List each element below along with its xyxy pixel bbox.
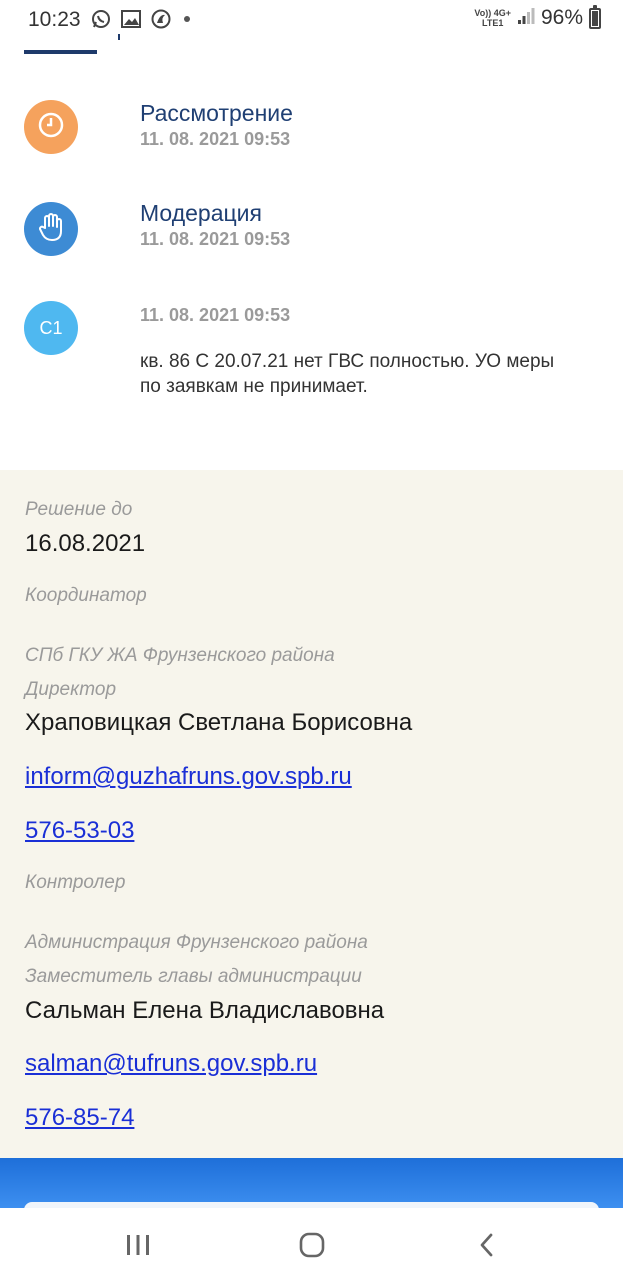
bottom-banner	[0, 1158, 623, 1208]
timeline-title: Рассмотрение	[140, 100, 293, 126]
avatar-initials: С1	[39, 317, 63, 338]
status-circle-review	[24, 100, 78, 154]
network-indicator: Vo)) 4G+ LTE1	[474, 8, 511, 28]
coordinator-email-link[interactable]: inform@guzhafruns.gov.spb.ru	[25, 763, 352, 791]
timeline-date: 11. 08. 2021 09:53	[140, 229, 291, 249]
whatsapp-icon	[90, 8, 112, 30]
status-time: 10:23	[28, 8, 81, 31]
controller-email-link[interactable]: salman@tufruns.gov.spb.ru	[25, 1050, 317, 1078]
coordinator-role: Директор	[25, 679, 117, 700]
controller-label: Контролер	[25, 872, 126, 893]
timeline-title: Модерация	[140, 200, 262, 226]
recent-apps-icon[interactable]	[118, 1228, 158, 1262]
deadline-label: Решение до	[25, 499, 133, 520]
coordinator-phone-link[interactable]: 576-53-03	[25, 817, 134, 845]
status-bar: 10:23 Vo)) 4G+ LTE1 96%	[0, 0, 623, 40]
status-right: Vo)) 4G+ LTE1 96%	[474, 4, 601, 30]
coordinator-name: Храповицкая Светлана Борисовна	[25, 709, 413, 736]
controller-org: Администрация Фрунзенского района	[25, 932, 368, 953]
coordinator-label: Координатор	[25, 585, 147, 606]
active-tab-indicator	[24, 50, 97, 54]
battery-percent: 96%	[540, 6, 583, 29]
notification-icons	[90, 8, 190, 30]
more-notifications-dot	[184, 16, 190, 22]
battery-icon	[589, 4, 601, 29]
app-notification-icon	[150, 8, 172, 30]
back-icon[interactable]	[467, 1228, 507, 1262]
signal-icon	[517, 7, 535, 30]
tab-indicator-edge	[118, 34, 120, 40]
coordinator-org: СПб ГКУ ЖА Фрунзенского района	[25, 645, 335, 666]
hand-icon	[37, 212, 65, 247]
home-icon[interactable]	[292, 1228, 332, 1262]
clock-icon	[38, 112, 64, 143]
deadline-value: 16.08.2021	[25, 530, 146, 557]
timeline-date: 11. 08. 2021 09:53	[140, 129, 291, 149]
system-nav-bar	[0, 1208, 623, 1280]
status-circle-moderation	[24, 202, 78, 256]
timeline-date: 11. 08. 2021 09:53	[140, 305, 291, 325]
gallery-icon	[120, 8, 142, 30]
comment-text: кв. 86 С 20.07.21 нет ГВС полностью. УО …	[140, 351, 555, 397]
avatar: С1	[24, 301, 78, 355]
controller-phone-link[interactable]: 576-85-74	[25, 1104, 134, 1132]
controller-name: Сальман Елена Владиславовна	[25, 997, 385, 1024]
controller-role: Заместитель главы администрации	[25, 966, 362, 987]
